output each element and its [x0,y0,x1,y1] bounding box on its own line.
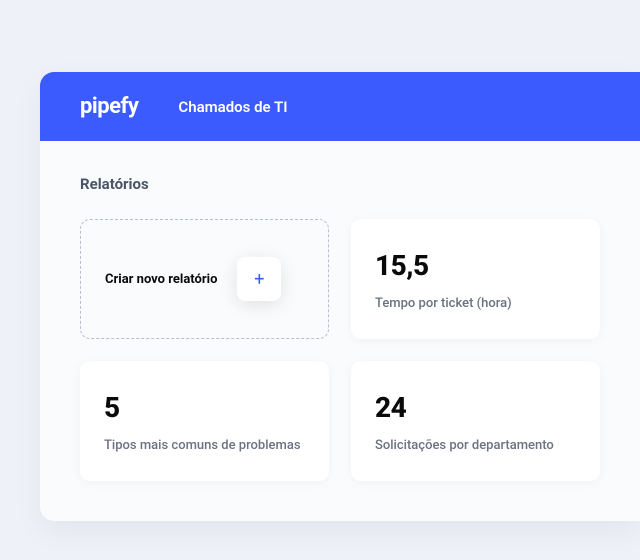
metric-value: 15,5 [375,249,576,282]
section-title: Relatórios [80,175,600,193]
app-window: pipefy Chamados de TI Relatórios Criar n… [40,72,640,521]
metric-card-time-per-ticket[interactable]: 15,5 Tempo por ticket (hora) [351,219,600,339]
metric-card-problem-types[interactable]: 5 Tipos mais comuns de problemas [80,361,329,481]
metric-label: Tipos mais comuns de problemas [104,438,305,453]
metric-value: 5 [104,391,305,424]
app-header: pipefy Chamados de TI [40,72,640,141]
create-report-label: Criar novo relatório [105,272,217,287]
metric-value: 24 [375,391,576,424]
plus-icon: + [254,269,264,290]
add-button[interactable]: + [237,257,281,301]
brand-logo: pipefy [80,94,138,119]
metric-card-dept-requests[interactable]: 24 Solicitações por departamento [351,361,600,481]
metric-label: Solicitações por departamento [375,438,576,453]
content-area: Relatórios Criar novo relatório + 15,5 T… [40,141,640,521]
metric-label: Tempo por ticket (hora) [375,296,576,311]
report-grid: Criar novo relatório + 15,5 Tempo por ti… [80,219,600,481]
page-title: Chamados de TI [178,98,287,116]
create-report-card[interactable]: Criar novo relatório + [80,219,329,339]
